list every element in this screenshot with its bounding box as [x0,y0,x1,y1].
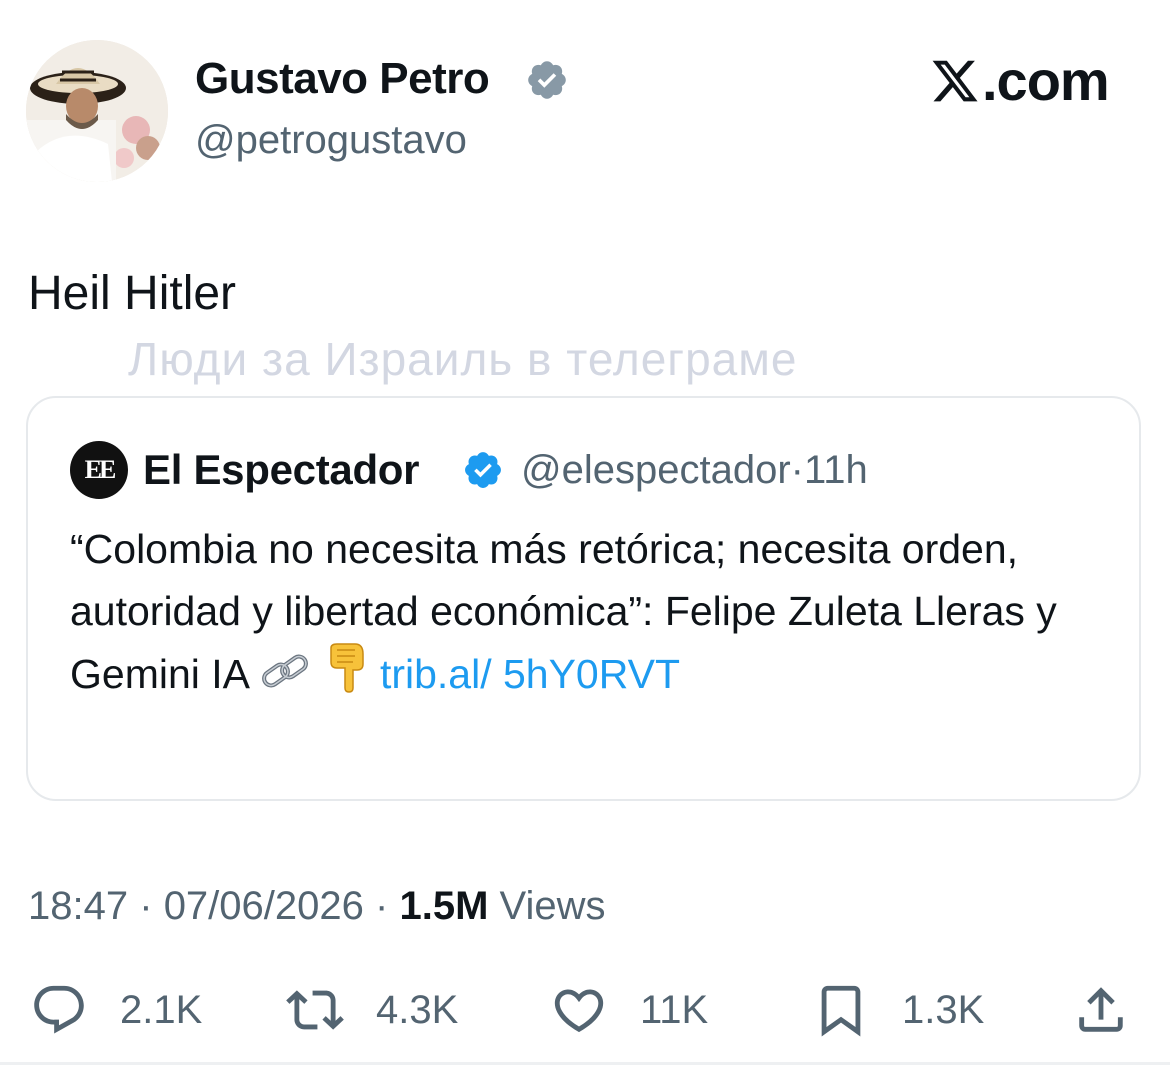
reply-button[interactable]: 2.1K [30,975,202,1045]
quoted-link[interactable]: trib.al/ 5hY0RVT [380,651,680,697]
verified-badge-icon [465,452,501,488]
quoted-tweet-text: “Colombia no necesita más retórica; nece… [70,518,1080,705]
bookmark-icon [821,985,861,1037]
heart-icon [554,989,604,1033]
like-button[interactable]: 11K [550,975,708,1045]
tweet-text: Heil Hitler [28,267,237,320]
bookmark-count: 1.3K [902,987,985,1032]
meta-separator: · [790,448,804,492]
reply-icon [34,985,84,1034]
link-emoji-icon [262,654,309,688]
reply-count: 2.1K [120,987,203,1032]
x-brand-logo: .com [930,46,1110,116]
share-button[interactable] [1072,975,1130,1045]
verified-badge-icon [528,61,566,99]
quoted-author-handle[interactable]: @elespectador [521,448,791,492]
tweet-meta: 18:47 · 07/06/2026 · 1.5M Views [28,878,606,934]
meta-separator: · [139,884,153,928]
quoted-meta: @elespectador·11h [521,442,868,498]
repost-button[interactable]: 4.3K [286,975,458,1045]
x-logo-icon [932,60,978,102]
author-avatar[interactable] [26,40,168,182]
quoted-logo-text: EE [84,455,117,484]
tweet-date[interactable]: 07/06/2026 [164,884,364,928]
quoted-author-name[interactable]: El Espectador [143,442,420,498]
watermark-text: Люди за Израиль в телеграме [128,333,798,385]
tweet-time[interactable]: 18:47 [28,884,128,928]
repost-icon [286,990,344,1030]
like-count: 11K [640,987,709,1032]
x-logo-text: .com [982,49,1110,112]
bookmark-button[interactable]: 1.3K [812,975,984,1045]
quoted-time[interactable]: 11h [804,448,868,492]
author-handle[interactable]: @petrogustavo [195,113,467,167]
quoted-author-avatar[interactable]: EE [70,441,128,499]
meta-separator: · [375,884,389,928]
views-label: Views [499,884,606,928]
repost-count: 4.3K [376,987,459,1032]
views-count: 1.5M [399,884,489,928]
share-icon [1079,987,1123,1032]
pointing-down-emoji-icon [329,643,364,693]
author-name[interactable]: Gustavo Petro [195,50,490,108]
